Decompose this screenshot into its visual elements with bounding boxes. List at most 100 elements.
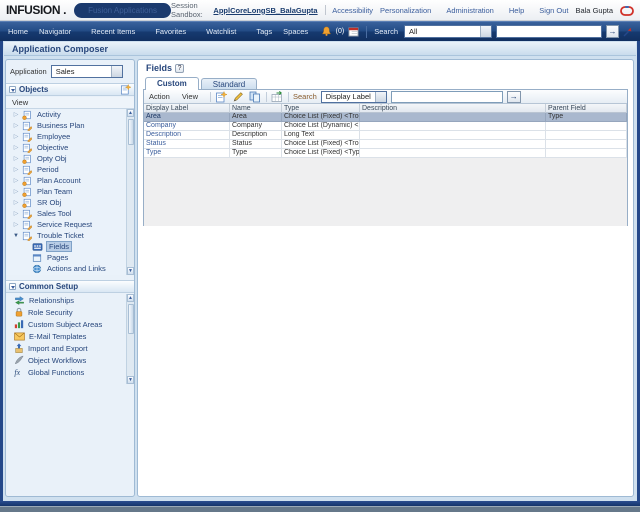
session-sandbox-link[interactable]: ApplCoreLongSB_BalaGupta — [213, 6, 317, 15]
common-setup-item-label[interactable]: Custom Subject Areas — [28, 320, 102, 329]
tree-item-sr-obj[interactable]: ▷ SR Obj — [6, 197, 126, 208]
global-menu-item[interactable]: Personalization — [380, 6, 439, 15]
column-header-name[interactable]: Name — [230, 104, 282, 113]
scroll-down-icon[interactable]: ▼ — [127, 376, 134, 384]
setup-item-role-security[interactable]: Role Security — [6, 306, 126, 318]
nav-item-navigator[interactable]: Navigator — [39, 27, 80, 36]
column-header-parent-field[interactable]: Parent Field — [546, 104, 627, 113]
scroll-up-icon[interactable]: ▲ — [127, 109, 134, 117]
common-setup-item-label[interactable]: Role Security — [28, 308, 73, 317]
chevron-down-icon[interactable] — [480, 26, 491, 37]
copy-icon[interactable] — [249, 91, 262, 103]
column-header-type[interactable]: Type — [282, 104, 360, 113]
objects-section-header[interactable]: Objects — [6, 83, 134, 96]
tree-item-business-plan[interactable]: ▷ Business Plan — [6, 120, 126, 131]
global-menu-item[interactable]: Help — [509, 6, 532, 15]
expand-icon[interactable]: ▷ — [13, 111, 19, 118]
notifications-bell-icon[interactable] — [321, 26, 332, 37]
common-setup-item-label[interactable]: Object Workflows — [28, 356, 86, 365]
expand-icon[interactable]: ▼ — [13, 233, 19, 239]
expand-icon[interactable]: ▷ — [13, 155, 19, 162]
tree-view-menu[interactable]: View — [12, 98, 36, 107]
nav-item-watchlist[interactable]: Watchlist — [206, 27, 245, 36]
setup-item-relationships[interactable]: Relationships — [6, 294, 126, 306]
scrollbar-thumb[interactable] — [128, 119, 134, 145]
nav-item-spaces[interactable]: Spaces — [283, 27, 308, 36]
tree-item-objective[interactable]: ▷ Objective — [6, 142, 126, 153]
tree-item-trouble-ticket[interactable]: ▼ Trouble Ticket — [6, 230, 126, 241]
collapse-icon[interactable] — [9, 283, 16, 290]
common-setup-item-label[interactable]: Import and Export — [28, 344, 88, 353]
tree-item-label[interactable]: Trouble Ticket — [35, 231, 86, 240]
action-menu[interactable]: Action — [149, 92, 178, 101]
setup-item-custom-subject-areas[interactable]: Custom Subject Areas — [6, 318, 126, 330]
tree-item-label[interactable]: Activity — [35, 110, 63, 119]
collapse-icon[interactable] — [9, 86, 16, 93]
common-setup-section-header[interactable]: Common Setup — [6, 280, 134, 293]
tree-scrollbar[interactable]: ▲ ▼ — [126, 109, 134, 275]
tree-child-label[interactable]: Actions and Links — [45, 264, 108, 273]
expand-icon[interactable]: ▷ — [13, 144, 19, 151]
tree-item-service-request[interactable]: ▷ Service Request — [6, 219, 126, 230]
setup-scrollbar[interactable]: ▲ ▼ — [126, 294, 134, 384]
scroll-down-icon[interactable]: ▼ — [127, 267, 134, 275]
table-search-go-button[interactable]: → — [507, 91, 521, 103]
sign-out-link[interactable]: Sign Out — [539, 6, 568, 15]
cell-display-label[interactable]: Type — [144, 149, 230, 158]
setup-item-e-mail-templates[interactable]: E-Mail Templates — [6, 330, 126, 342]
tree-item-sales-tool[interactable]: ▷ Sales Tool — [6, 208, 126, 219]
nav-item-recent-items[interactable]: Recent Items — [91, 27, 144, 36]
expand-icon[interactable]: ▷ — [13, 166, 19, 173]
tree-item-label[interactable]: Plan Account — [35, 176, 83, 185]
nav-item-home[interactable]: Home — [8, 27, 28, 36]
expand-icon[interactable]: ▷ — [13, 210, 19, 217]
common-setup-item-label[interactable]: E-Mail Templates — [29, 332, 86, 341]
cell-display-label[interactable]: Description — [144, 131, 230, 140]
common-setup-item-label[interactable]: Global Functions — [28, 368, 84, 377]
table-row-description[interactable]: DescriptionDescriptionLong Text — [144, 131, 627, 140]
global-search-input[interactable] — [496, 25, 602, 38]
tree-item-label[interactable]: Business Plan — [35, 121, 87, 130]
tree-item-opty-obj[interactable]: ▷ Opty Obj — [6, 153, 126, 164]
tree-child-label[interactable]: Fields — [46, 241, 72, 252]
search-by-select[interactable]: Display Label — [321, 91, 387, 103]
edit-icon[interactable] — [232, 91, 245, 103]
scrollbar-thumb[interactable] — [128, 304, 134, 334]
tree-item-employee[interactable]: ▷ Employee — [6, 131, 126, 142]
expand-icon[interactable]: ▷ — [13, 199, 19, 206]
tree-item-label[interactable]: Period — [35, 165, 61, 174]
tree-item-pages[interactable]: Pages — [6, 252, 126, 263]
tree-item-fields[interactable]: Fields — [6, 241, 126, 252]
expand-icon[interactable]: ▷ — [13, 188, 19, 195]
table-row-type[interactable]: TypeTypeChoice List (Fixed) <Type> — [144, 149, 627, 158]
tree-item-label[interactable]: SR Obj — [35, 198, 63, 207]
tree-item-label[interactable]: Opty Obj — [35, 154, 69, 163]
cell-display-label[interactable]: Area — [144, 113, 230, 122]
expand-icon[interactable]: ▷ — [13, 177, 19, 184]
search-go-button[interactable]: → — [606, 25, 619, 38]
setup-item-object-workflows[interactable]: Object Workflows — [6, 354, 126, 366]
calendar-icon[interactable] — [348, 26, 359, 37]
global-menu-item[interactable]: Administration — [446, 6, 502, 15]
expand-icon[interactable]: ▷ — [13, 122, 19, 129]
tree-item-label[interactable]: Sales Tool — [35, 209, 73, 218]
application-select[interactable]: Sales — [51, 65, 123, 78]
scroll-up-icon[interactable]: ▲ — [127, 294, 134, 302]
expand-icon[interactable]: ▷ — [13, 221, 19, 228]
search-scope-select[interactable]: All — [404, 25, 492, 38]
new-object-icon[interactable] — [120, 84, 131, 95]
expand-icon[interactable]: ▷ — [13, 133, 19, 140]
column-header-description[interactable]: Description — [360, 104, 546, 113]
create-icon[interactable] — [215, 91, 228, 103]
column-header-display-label[interactable]: Display Label — [144, 104, 230, 113]
nav-item-favorites[interactable]: Favorites — [155, 27, 195, 36]
tree-item-activity[interactable]: ▷ Activity — [6, 109, 126, 120]
tree-item-label[interactable]: Employee — [35, 132, 72, 141]
tree-child-label[interactable]: Pages — [45, 253, 70, 262]
tree-item-label[interactable]: Plan Team — [35, 187, 74, 196]
help-icon[interactable]: ? — [175, 64, 184, 73]
common-setup-item-label[interactable]: Relationships — [29, 296, 74, 305]
detach-icon[interactable] — [271, 91, 284, 103]
advanced-search-icon[interactable] — [623, 27, 632, 37]
setup-item-import-and-export[interactable]: Import and Export — [6, 342, 126, 354]
